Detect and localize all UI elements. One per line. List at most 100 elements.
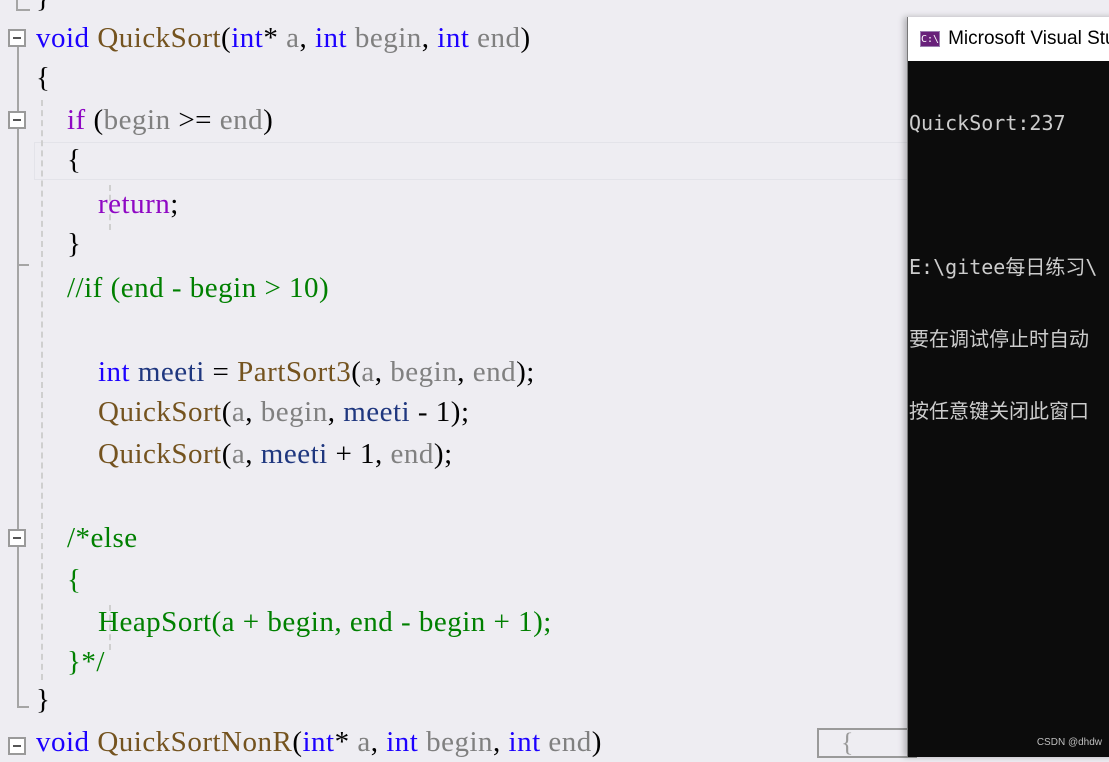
code-token: /*else bbox=[67, 522, 138, 554]
code-token: void bbox=[36, 22, 90, 54]
code-token: QuickSort bbox=[98, 438, 222, 470]
code-token: HeapSort(a + begin, end - begin + 1); bbox=[98, 606, 552, 638]
code-token: meeti bbox=[260, 438, 328, 470]
code-token: } bbox=[36, 684, 51, 716]
code-token: , bbox=[370, 726, 387, 758]
console-title-bar[interactable]: C:\ Microsoft Visual Studio Debug Consol… bbox=[908, 17, 1109, 61]
code-token: meeti bbox=[343, 396, 411, 428]
code-line-sig[interactable]: void QuickSort(int* a, int begin, int en… bbox=[36, 18, 531, 58]
code-line-else[interactable]: /*else bbox=[36, 518, 138, 558]
console-app-icon: C:\ bbox=[920, 31, 941, 47]
code-token: a bbox=[357, 726, 371, 758]
console-output: QuickSort:237 E:\gitee每日练习\ 要在调试停止时自动 按任… bbox=[908, 61, 1109, 471]
console-title: Microsoft Visual Studio Debug Console bbox=[948, 28, 1109, 49]
code-token: begin bbox=[260, 396, 328, 428]
collapsed-region-preview[interactable]: { bbox=[817, 728, 917, 758]
code-token: a bbox=[361, 356, 375, 388]
code-token: ) bbox=[263, 104, 274, 136]
code-token: } bbox=[36, 0, 50, 14]
code-token: , bbox=[245, 396, 261, 428]
code-token: QuickSort bbox=[97, 22, 222, 54]
code-token: , bbox=[374, 356, 391, 388]
collapse-function-icon[interactable] bbox=[8, 29, 26, 47]
code-line-if-close[interactable]: } bbox=[36, 224, 81, 264]
code-line-if[interactable]: if (begin >= end) bbox=[36, 100, 273, 140]
code-line-else-close[interactable]: }*/ bbox=[36, 642, 105, 682]
code-token: } bbox=[36, 228, 82, 260]
console-line: 按任意键关闭此窗口 bbox=[909, 399, 1089, 423]
code-line-return[interactable]: return; bbox=[36, 184, 179, 224]
debug-console-window[interactable]: C:\ Microsoft Visual Studio Debug Consol… bbox=[907, 17, 1109, 757]
code-token: , bbox=[457, 356, 473, 388]
code-line-heap[interactable]: HeapSort(a + begin, end - begin + 1); bbox=[36, 602, 552, 642]
code-line-meeti[interactable]: int meeti = PartSort3(a, begin, end); bbox=[36, 352, 535, 392]
code-token: void bbox=[36, 726, 90, 758]
code-line-rec1[interactable]: QuickSort(a, begin, meeti - 1); bbox=[36, 392, 470, 432]
code-token: { bbox=[67, 564, 82, 596]
code-token: int bbox=[302, 726, 335, 758]
code-token: - 1); bbox=[410, 396, 470, 428]
fold-function-end-tick bbox=[17, 706, 29, 708]
code-line-comment-if[interactable]: //if (end - begin > 10) bbox=[36, 268, 329, 308]
code-token: , bbox=[245, 438, 261, 470]
code-token: a bbox=[286, 22, 300, 54]
code-token: + 1, bbox=[327, 438, 391, 470]
code-token: ( bbox=[221, 22, 232, 54]
code-token: ( bbox=[221, 396, 232, 428]
code-token: if bbox=[67, 104, 86, 136]
code-token: a bbox=[231, 396, 246, 428]
code-token: , bbox=[299, 22, 315, 54]
code-token: { bbox=[36, 62, 51, 94]
code-line-if-open[interactable]: { bbox=[36, 140, 81, 180]
console-line: QuickSort:237 bbox=[909, 111, 1066, 135]
code-token: ) bbox=[520, 22, 531, 54]
code-token: begin bbox=[354, 22, 422, 54]
code-token: int bbox=[437, 22, 470, 54]
collapse-comment-icon[interactable] bbox=[8, 529, 26, 547]
code-token: int bbox=[231, 22, 264, 54]
console-line: E:\gitee每日练习\ bbox=[909, 255, 1098, 279]
code-token: , bbox=[327, 396, 344, 428]
code-token: ( bbox=[85, 104, 104, 136]
collapse-if-icon[interactable] bbox=[8, 111, 26, 129]
code-token: int bbox=[314, 22, 348, 54]
code-line-prev[interactable]: } bbox=[36, 0, 50, 18]
code-line-close[interactable]: } bbox=[36, 680, 50, 720]
code-token: begin bbox=[426, 726, 494, 758]
code-token: ); bbox=[433, 438, 453, 470]
code-token: ( bbox=[351, 356, 362, 388]
code-token: ; bbox=[170, 188, 179, 220]
code-token: a bbox=[231, 438, 246, 470]
code-token: int bbox=[98, 356, 131, 388]
code-token: ( bbox=[292, 726, 303, 758]
code-line-rec2[interactable]: QuickSort(a, meeti + 1, end); bbox=[36, 434, 453, 474]
code-token: return bbox=[98, 188, 171, 220]
expand-next-function-icon[interactable] bbox=[8, 737, 26, 755]
code-line-open[interactable]: { bbox=[36, 58, 50, 98]
code-token: }*/ bbox=[67, 646, 105, 678]
code-token: QuickSortNonR bbox=[97, 726, 293, 758]
code-token: int bbox=[386, 726, 419, 758]
code-token: ); bbox=[516, 356, 535, 388]
code-line-else-open[interactable]: { bbox=[36, 560, 81, 600]
code-token: int bbox=[508, 726, 541, 758]
code-token: PartSort3 bbox=[237, 356, 352, 388]
code-token: end bbox=[548, 726, 592, 758]
code-line-next[interactable]: void QuickSortNonR(int* a, int begin, in… bbox=[36, 722, 602, 762]
fold-if-end-tick bbox=[17, 264, 29, 266]
code-token: = bbox=[204, 356, 238, 388]
fold-line-function bbox=[17, 47, 19, 707]
fold-end-tick bbox=[16, 9, 30, 11]
